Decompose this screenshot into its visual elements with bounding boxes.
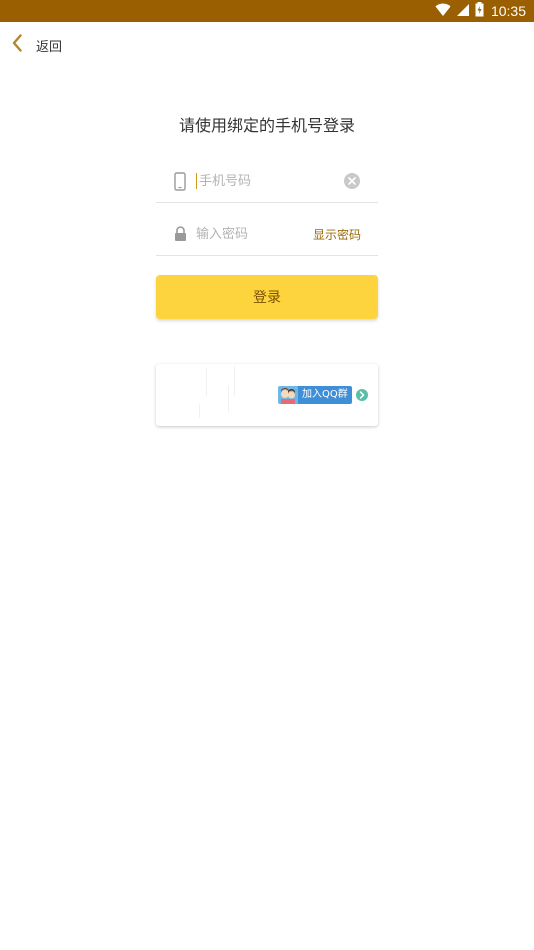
signal-icon [456,2,470,21]
show-password-toggle[interactable]: 显示密码 [313,226,361,243]
avatar-icon [278,386,298,404]
battery-icon [475,1,484,21]
join-qq-group-button[interactable]: 加入QQ群 [278,386,368,404]
phone-field [156,160,378,203]
clear-icon[interactable] [344,173,360,189]
back-label: 返回 [36,39,63,55]
qq-group-label: 加入QQ群 [298,386,352,404]
back-button[interactable]: 返回 [12,32,62,58]
login-button[interactable]: 登录 [156,275,378,319]
page-title: 请使用绑定的手机号登录 [178,116,355,135]
lock-icon [172,224,188,244]
phone-icon [172,171,188,191]
chevron-right-icon [355,389,368,401]
password-field: 显示密码 [156,213,378,256]
header: 返回 [0,22,534,68]
status-time: 10:35 [490,3,526,19]
status-icons: 10:35 [435,0,526,22]
chevron-left-icon [12,34,22,56]
status-bar: 10:35 [0,0,534,22]
qq-group-card[interactable]: 加入QQ群 [156,364,378,426]
phone-input[interactable] [196,170,339,192]
wifi-icon [435,2,451,21]
